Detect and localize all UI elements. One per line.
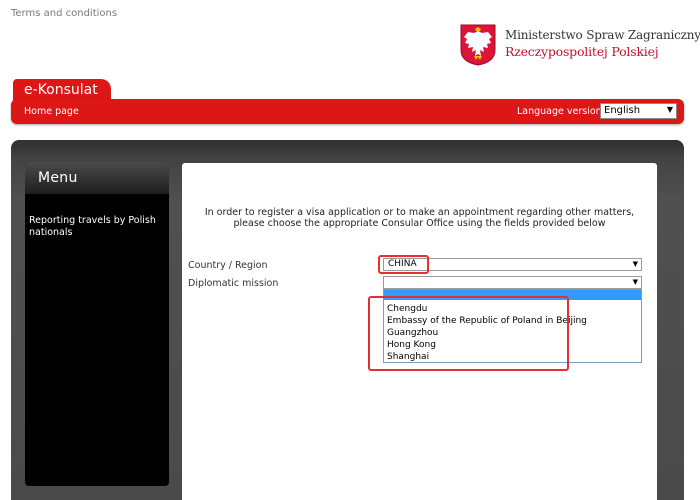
intro-text: In order to register a visa application … <box>182 207 657 229</box>
language-select-value: English <box>604 105 641 116</box>
terms-and-conditions-link[interactable]: Terms and conditions <box>11 8 117 19</box>
annotation-highlight-mission-options <box>368 296 569 371</box>
polish-eagle-emblem-icon <box>460 24 496 66</box>
sidebar-menu: Menu Reporting travels by Polish nationa… <box>25 162 169 486</box>
intro-line-2: please choose the appropriate Consular O… <box>233 218 606 229</box>
ministry-name-line1: Ministerstwo Spraw Zagranicznych <box>505 28 700 42</box>
diplomatic-mission-label: Diplomatic mission <box>188 278 279 289</box>
sidebar-item-reporting-travels[interactable]: Reporting travels by Polish nationals <box>29 215 164 239</box>
chevron-down-icon: ▼ <box>632 260 638 268</box>
home-page-link[interactable]: Home page <box>24 106 79 117</box>
chevron-down-icon: ▼ <box>632 278 638 286</box>
language-select[interactable]: English ▼ <box>600 103 677 119</box>
top-navigation-bar: Home page Language version English ▼ <box>11 99 684 124</box>
main-content-panel: In order to register a visa application … <box>182 163 657 500</box>
annotation-highlight-country <box>378 255 429 274</box>
diplomatic-mission-select[interactable]: ▼ <box>383 276 642 289</box>
country-region-label: Country / Region <box>188 260 268 271</box>
intro-line-1: In order to register a visa application … <box>204 207 635 218</box>
ministry-name-line2: Rzeczypospolitej Polskiej <box>505 44 659 59</box>
chevron-down-icon: ▼ <box>666 105 673 114</box>
language-version-label: Language version <box>517 106 602 117</box>
menu-title: Menu <box>25 162 169 194</box>
ministry-logo: Ministerstwo Spraw Zagranicznych Rzeczyp… <box>460 22 700 70</box>
